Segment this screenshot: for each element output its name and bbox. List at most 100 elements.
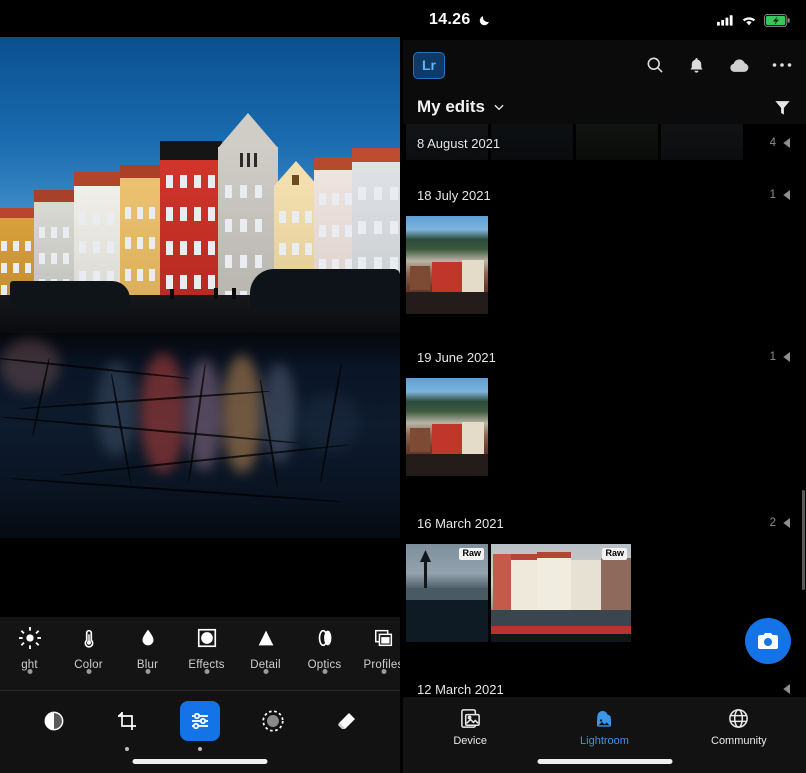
nav-item-community[interactable]: Community xyxy=(672,707,806,747)
section-2021-07-18: 18 July 2021 1 xyxy=(403,182,806,314)
edit-tool-optics[interactable]: Optics xyxy=(295,625,354,674)
scrollbar-thumb[interactable] xyxy=(802,490,805,590)
nav-label: Lightroom xyxy=(580,735,629,747)
date-label: 12 March 2021 xyxy=(417,681,504,697)
date-header: 19 June 2021 1 xyxy=(403,344,806,370)
date-label: 8 August 2021 xyxy=(417,135,501,151)
vignette-icon xyxy=(177,625,236,651)
globe-icon xyxy=(727,707,750,730)
nav-label: Device xyxy=(453,735,487,747)
roof xyxy=(34,190,76,202)
roof xyxy=(314,157,356,170)
date-meta[interactable]: 4 xyxy=(770,137,792,149)
edit-tool-light[interactable]: ght xyxy=(0,625,59,674)
filter-funnel-icon[interactable] xyxy=(773,98,792,117)
raw-badge: Raw xyxy=(459,548,484,560)
search-icon[interactable] xyxy=(645,55,665,75)
thumbnail-row[interactable] xyxy=(403,378,806,476)
thumbnail[interactable] xyxy=(406,378,488,476)
notification-bell-icon[interactable] xyxy=(687,56,706,75)
edit-button[interactable] xyxy=(180,701,220,751)
collapse-triangle-icon[interactable] xyxy=(783,190,792,200)
photo-count: 1 xyxy=(769,189,776,201)
date-header: 8 August 2021 4 xyxy=(403,130,806,156)
thumbnail-row[interactable]: Raw Raw xyxy=(403,544,806,642)
edit-tool-profiles[interactable]: Profiles xyxy=(354,625,400,674)
collapse-triangle-icon[interactable] xyxy=(783,352,792,362)
chevron-down-icon xyxy=(492,100,506,114)
bottom-nav[interactable]: Device Lightroom Community xyxy=(403,697,806,773)
thermometer-icon xyxy=(59,625,118,651)
camera-icon xyxy=(756,629,780,653)
triangle-detail-icon xyxy=(236,625,295,651)
photo-count: 1 xyxy=(769,351,776,363)
thumbnail[interactable]: Raw xyxy=(406,544,488,642)
date-header: 12 March 2021 xyxy=(403,676,806,697)
nav-label: Community xyxy=(711,735,767,747)
roof xyxy=(352,148,400,162)
tool-dot xyxy=(204,669,209,674)
edit-tool-strip[interactable]: ght Color Blur Effects Detail Optics Pro… xyxy=(0,617,400,691)
date-meta[interactable]: 2 xyxy=(770,517,792,529)
status-time: 14.26 xyxy=(429,11,471,28)
tool-dot xyxy=(86,669,91,674)
tool-dot xyxy=(125,747,129,751)
section-2021-06-19: 19 June 2021 1 xyxy=(403,344,806,476)
tool-dot xyxy=(322,669,327,674)
nav-item-device[interactable]: Device xyxy=(403,707,537,747)
cloud-sync-icon[interactable] xyxy=(728,56,750,74)
date-label: 18 July 2021 xyxy=(417,187,491,203)
collapse-triangle-icon[interactable] xyxy=(783,138,792,148)
crescent-moon-icon xyxy=(478,14,491,27)
droplet-icon xyxy=(118,625,177,651)
cellular-signal-icon xyxy=(717,14,734,26)
status-left: 14.26 xyxy=(429,11,491,29)
home-indicator xyxy=(537,759,672,764)
date-meta[interactable] xyxy=(776,684,792,694)
crop-rotate-icon xyxy=(115,709,139,733)
lightroom-logo: Lr xyxy=(413,51,445,79)
nav-item-lightroom[interactable]: Lightroom xyxy=(537,707,671,747)
collapse-triangle-icon[interactable] xyxy=(783,518,792,528)
status-right xyxy=(717,13,790,27)
home-indicator xyxy=(132,759,268,764)
photo-canvas[interactable] xyxy=(0,37,400,538)
edit-tool-detail[interactable]: Detail xyxy=(236,625,295,674)
section-2021-08-08: 8 August 2021 4 xyxy=(403,124,806,160)
date-label: 16 March 2021 xyxy=(417,515,504,531)
date-header: 16 March 2021 2 xyxy=(403,510,806,536)
thumbnail-row[interactable] xyxy=(403,216,806,314)
edit-tool-blur[interactable]: Blur xyxy=(118,625,177,674)
preset-pill-icon xyxy=(41,708,67,734)
masking-button[interactable] xyxy=(253,701,293,741)
edit-tool-effects[interactable]: Effects xyxy=(177,625,236,674)
profiles-stack-icon xyxy=(354,625,400,651)
edit-tool-label: Profiles xyxy=(363,659,400,671)
light-sun-icon xyxy=(0,625,59,651)
edit-tool-color[interactable]: Color xyxy=(59,625,118,674)
tool-dot xyxy=(198,747,202,751)
healing-button[interactable] xyxy=(326,701,366,741)
lightroom-library-pane: 14.26 Lr My edits 8 August 2021 4 18 Jul… xyxy=(403,0,806,773)
lens-icon xyxy=(295,625,354,651)
collapse-triangle-icon[interactable] xyxy=(783,684,792,694)
date-meta[interactable]: 1 xyxy=(770,189,792,201)
module-toolbar[interactable] xyxy=(0,691,400,773)
album-name: My edits xyxy=(417,97,486,116)
raw-badge: Raw xyxy=(602,548,627,560)
lightroom-edit-pane: ght Color Blur Effects Detail Optics Pro… xyxy=(0,0,400,773)
tool-dot xyxy=(145,669,150,674)
presets-button[interactable] xyxy=(34,701,74,741)
thumbnail[interactable]: Raw xyxy=(491,544,631,642)
radial-mask-icon xyxy=(260,708,286,734)
thumbnail[interactable] xyxy=(406,216,488,314)
photo-grid[interactable]: 8 August 2021 4 18 July 2021 1 19 June 2… xyxy=(403,124,806,697)
lr-logo-text: Lr xyxy=(422,57,436,73)
tool-dot xyxy=(263,669,268,674)
camera-fab[interactable] xyxy=(745,618,791,664)
crop-button[interactable] xyxy=(107,701,147,751)
roof-gable xyxy=(218,113,278,148)
date-meta[interactable]: 1 xyxy=(770,351,792,363)
more-options-icon[interactable] xyxy=(772,62,792,68)
album-selector[interactable]: My edits xyxy=(417,97,506,117)
